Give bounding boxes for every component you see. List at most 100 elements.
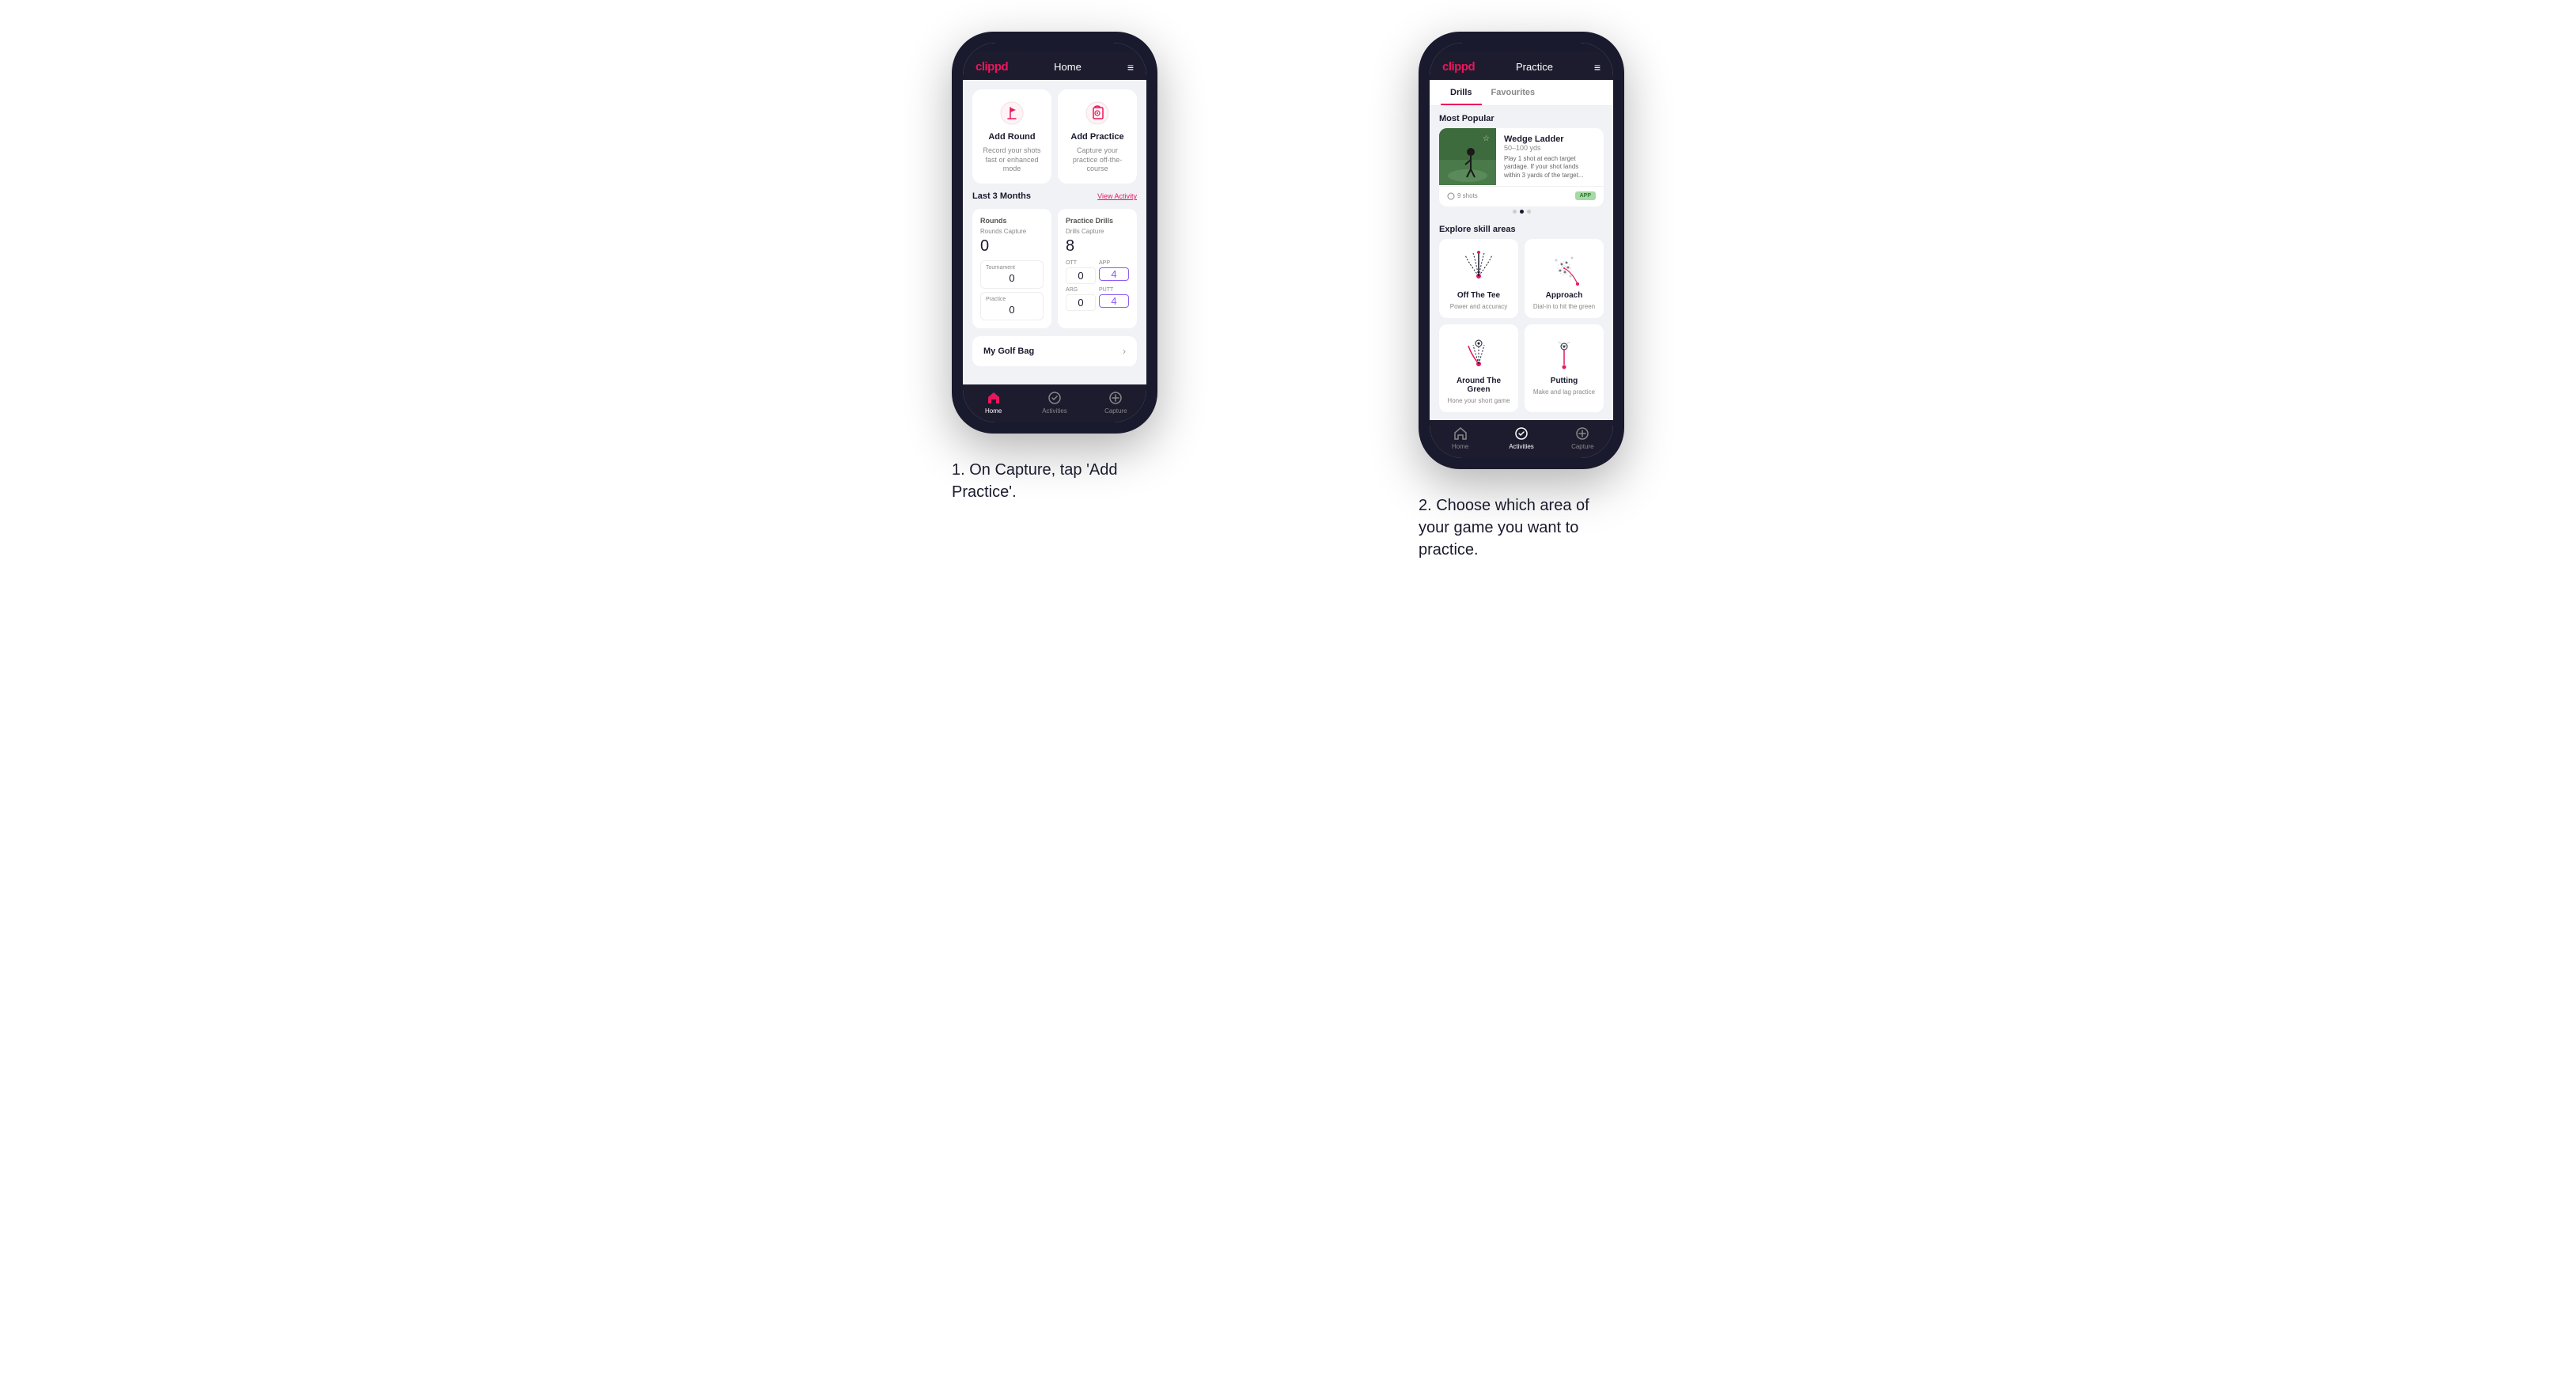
- featured-desc: Play 1 shot at each target yardage. If y…: [1504, 155, 1596, 180]
- approach-title: Approach: [1546, 291, 1583, 300]
- stats-period: Last 3 Months: [972, 191, 1031, 201]
- phone1-header: clippd Home ≡: [963, 52, 1146, 80]
- featured-footer: 9 shots APP: [1439, 186, 1604, 206]
- phone1-section: clippd Home ≡: [853, 32, 1256, 503]
- nav-capture-label-2: Capture: [1571, 443, 1593, 450]
- approach-subtitle: Dial-in to hit the green: [1533, 303, 1595, 310]
- ott-value: 0: [1066, 267, 1096, 284]
- phone1-bottom-nav: Home Activities: [963, 384, 1146, 422]
- caption2: 2. Choose which area of your game you wa…: [1419, 494, 1624, 561]
- skill-off-the-tee[interactable]: Off The Tee Power and accuracy: [1439, 239, 1518, 318]
- practice-label: Practice: [986, 297, 1038, 302]
- rounds-title: Rounds: [980, 217, 1044, 225]
- action-cards-row: Add Round Record your shots fast or enha…: [972, 89, 1137, 184]
- golf-bag-chevron: ›: [1123, 346, 1126, 357]
- featured-title: Wedge Ladder: [1504, 134, 1596, 144]
- putt-label: PUTT: [1099, 287, 1129, 293]
- nav-activities-1[interactable]: Activities: [1024, 391, 1085, 415]
- ott-label: OTT: [1066, 260, 1096, 266]
- clippd-logo-1: clippd: [975, 60, 1008, 74]
- shots-count: 9 shots: [1447, 192, 1478, 200]
- stats-grid: Rounds Rounds Capture 0 Tournament 0: [972, 209, 1137, 328]
- skill-approach[interactable]: Approach Dial-in to hit the green: [1525, 239, 1604, 318]
- card-dots: [1439, 206, 1604, 217]
- putting-subtitle: Make and lag practice: [1533, 388, 1595, 396]
- drills-stat-box: Practice Drills Drills Capture 8 OTT 0: [1058, 209, 1137, 328]
- phone1-inner: clippd Home ≡: [963, 43, 1146, 422]
- practice-title: Practice: [1516, 61, 1553, 73]
- arg-value: 0: [1066, 294, 1096, 311]
- page-container: clippd Home ≡: [853, 32, 1723, 561]
- rounds-value: 0: [980, 237, 1044, 256]
- golf-bag-row[interactable]: My Golf Bag ›: [972, 336, 1137, 366]
- app-value: 4: [1099, 267, 1129, 281]
- nav-home-1[interactable]: Home: [963, 391, 1024, 415]
- nav-home-2[interactable]: Home: [1430, 426, 1491, 450]
- around-green-subtitle: Hone your short game: [1447, 397, 1510, 404]
- nav-capture-1[interactable]: Capture: [1085, 391, 1146, 415]
- stats-header: Last 3 Months View Activity: [972, 191, 1137, 201]
- most-popular-section: Most Popular: [1439, 114, 1604, 217]
- around-green-title: Around The Green: [1447, 377, 1510, 394]
- nav-home-label-1: Home: [985, 407, 1002, 415]
- nav-activities-2[interactable]: Activities: [1491, 426, 1551, 450]
- phone1-body: Add Round Record your shots fast or enha…: [963, 80, 1146, 384]
- skill-around-green[interactable]: Around The Green Hone your short game: [1439, 324, 1518, 412]
- phone2-bottom-nav: Home Activities: [1430, 420, 1613, 458]
- explore-label: Explore skill areas: [1439, 225, 1604, 234]
- nav-activities-label-1: Activities: [1042, 407, 1067, 415]
- skill-putting[interactable]: Putting Make and lag practice: [1525, 324, 1604, 412]
- phone2-statusbar: [1430, 43, 1613, 52]
- featured-yardage: 50–100 yds: [1504, 144, 1596, 152]
- featured-content: Wedge Ladder 50–100 yds Play 1 shot at e…: [1496, 128, 1604, 186]
- add-practice-card[interactable]: Add Practice Capture your practice off-t…: [1058, 89, 1137, 184]
- practice-body: Most Popular: [1430, 106, 1613, 420]
- nav-home-label-2: Home: [1452, 443, 1468, 450]
- practice-value: 0: [986, 304, 1038, 316]
- practice-tabs: Drills Favourites: [1430, 80, 1613, 106]
- clippd-logo-2: clippd: [1442, 60, 1475, 74]
- off-the-tee-subtitle: Power and accuracy: [1450, 303, 1507, 310]
- tab-favourites[interactable]: Favourites: [1482, 80, 1545, 105]
- tab-drills[interactable]: Drills: [1441, 80, 1482, 105]
- nav-capture-2[interactable]: Capture: [1552, 426, 1613, 450]
- app-label: APP: [1099, 260, 1129, 266]
- caption1: 1. On Capture, tap 'Add Practice'.: [952, 459, 1157, 503]
- featured-img: ☆: [1439, 128, 1496, 185]
- featured-card[interactable]: ☆ Wedge Ladder 50–100 yds Play 1 shot at…: [1439, 128, 1604, 206]
- phone1-statusbar: [963, 43, 1146, 52]
- tournament-label: Tournament: [986, 265, 1038, 271]
- app-badge: APP: [1575, 191, 1596, 200]
- explore-section: Explore skill areas: [1439, 225, 1604, 412]
- phone2-inner: clippd Practice ≡ Drills Favourites Most…: [1430, 43, 1613, 458]
- add-round-icon: [998, 99, 1026, 127]
- dot-2: [1520, 210, 1524, 214]
- add-round-card[interactable]: Add Round Record your shots fast or enha…: [972, 89, 1051, 184]
- add-round-title: Add Round: [988, 132, 1035, 142]
- star-icon[interactable]: ☆: [1483, 134, 1490, 143]
- add-practice-title: Add Practice: [1070, 132, 1123, 142]
- most-popular-label: Most Popular: [1439, 114, 1604, 123]
- phone2-section: clippd Practice ≡ Drills Favourites Most…: [1320, 32, 1723, 561]
- golf-bag-label: My Golf Bag: [983, 346, 1034, 356]
- phone2-screen: clippd Practice ≡ Drills Favourites Most…: [1430, 43, 1613, 458]
- arg-label: ARG: [1066, 287, 1096, 293]
- menu-icon-2[interactable]: ≡: [1594, 61, 1601, 74]
- home-title: Home: [1054, 61, 1082, 73]
- drills-value: 8: [1066, 237, 1129, 256]
- drills-capture-label: Drills Capture: [1066, 228, 1129, 235]
- featured-card-inner: ☆ Wedge Ladder 50–100 yds Play 1 shot at…: [1439, 128, 1604, 186]
- skill-grid: Off The Tee Power and accuracy: [1439, 239, 1604, 412]
- tournament-value: 0: [986, 272, 1038, 284]
- dot-3: [1527, 210, 1531, 214]
- add-round-subtitle: Record your shots fast or enhanced mode: [979, 146, 1045, 174]
- drills-title: Practice Drills: [1066, 217, 1129, 225]
- phone2-frame: clippd Practice ≡ Drills Favourites Most…: [1419, 32, 1624, 469]
- add-practice-subtitle: Capture your practice off-the-course: [1064, 146, 1131, 174]
- add-practice-icon: [1083, 99, 1112, 127]
- dot-1: [1513, 210, 1517, 214]
- view-activity-link[interactable]: View Activity: [1097, 192, 1137, 200]
- menu-icon-1[interactable]: ≡: [1127, 61, 1134, 74]
- rounds-stat-box: Rounds Rounds Capture 0 Tournament 0: [972, 209, 1051, 328]
- rounds-capture-label: Rounds Capture: [980, 228, 1044, 235]
